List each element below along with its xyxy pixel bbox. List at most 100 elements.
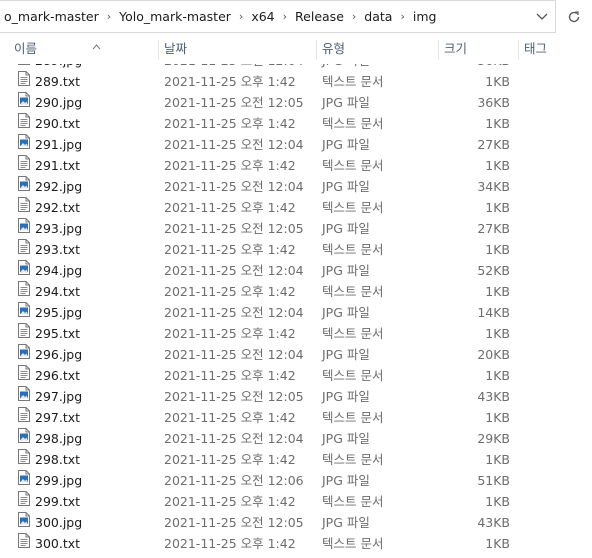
image-file-icon bbox=[18, 386, 30, 401]
chevron-right-icon[interactable]: › bbox=[348, 10, 360, 23]
file-name: 294.txt bbox=[35, 284, 81, 299]
file-date: 2021-11-25 오후 1:42 bbox=[164, 116, 296, 131]
file-size: 1KB bbox=[485, 74, 510, 89]
file-row[interactable]: 299.jpg 2021-11-25 오전 12:06 JPG 파일 51KB bbox=[0, 470, 592, 491]
file-row[interactable]: 291.txt 2021-11-25 오후 1:42 텍스트 문서 1KB bbox=[0, 155, 592, 176]
file-list: 289.jpg2021-11-25 오전 12:04JPG 파일36KB289.… bbox=[0, 64, 592, 558]
column-divider[interactable] bbox=[438, 40, 439, 60]
file-row[interactable]: 299.txt 2021-11-25 오후 1:42 텍스트 문서 1KB bbox=[0, 491, 592, 512]
file-row[interactable]: 295.txt 2021-11-25 오후 1:42 텍스트 문서 1KB bbox=[0, 323, 592, 344]
breadcrumb-item[interactable]: x64 bbox=[247, 9, 278, 24]
refresh-icon[interactable] bbox=[562, 5, 586, 29]
file-row[interactable]: 298.txt 2021-11-25 오후 1:42 텍스트 문서 1KB bbox=[0, 449, 592, 470]
file-size: 20KB bbox=[477, 347, 510, 362]
text-file-icon bbox=[18, 155, 30, 170]
file-date: 2021-11-25 오전 12:04 bbox=[164, 263, 304, 278]
image-file-icon bbox=[18, 64, 30, 65]
file-date: 2021-11-25 오후 1:42 bbox=[164, 368, 296, 383]
file-type: JPG 파일 bbox=[322, 64, 370, 71]
file-type: JPG 파일 bbox=[322, 95, 370, 110]
breadcrumb-item[interactable]: img bbox=[409, 9, 441, 24]
text-file-icon bbox=[18, 281, 30, 296]
file-date: 2021-11-25 오후 1:42 bbox=[164, 494, 296, 509]
file-row[interactable]: 293.jpg 2021-11-25 오전 12:05 JPG 파일 27KB bbox=[0, 218, 592, 239]
file-type: 텍스트 문서 bbox=[322, 74, 384, 89]
text-file-icon bbox=[18, 449, 30, 464]
column-header-type[interactable]: 유형 bbox=[322, 36, 432, 62]
chevron-right-icon[interactable]: › bbox=[396, 10, 408, 23]
image-file-icon bbox=[18, 176, 30, 191]
file-date: 2021-11-25 오후 1:42 bbox=[164, 158, 296, 173]
file-size: 1KB bbox=[485, 158, 510, 173]
file-size: 29KB bbox=[477, 431, 510, 446]
file-name: 295.txt bbox=[35, 326, 81, 341]
chevron-down-icon[interactable] bbox=[532, 9, 552, 25]
file-type: 텍스트 문서 bbox=[322, 326, 384, 341]
breadcrumb-item[interactable]: Yolo_mark-master bbox=[115, 9, 235, 24]
file-row[interactable]: 290.txt 2021-11-25 오후 1:42 텍스트 문서 1KB bbox=[0, 113, 592, 134]
file-size: 1KB bbox=[485, 494, 510, 509]
file-row[interactable]: 296.txt 2021-11-25 오후 1:42 텍스트 문서 1KB bbox=[0, 365, 592, 386]
file-row[interactable]: 300.txt 2021-11-25 오후 1:42 텍스트 문서 1KB bbox=[0, 533, 592, 554]
column-header-name[interactable]: 이름 bbox=[14, 36, 154, 62]
file-size: 1KB bbox=[485, 410, 510, 425]
chevron-right-icon[interactable]: › bbox=[103, 10, 115, 23]
file-row[interactable]: 292.txt 2021-11-25 오후 1:42 텍스트 문서 1KB bbox=[0, 197, 592, 218]
file-type: 텍스트 문서 bbox=[322, 452, 384, 467]
breadcrumb-item[interactable]: o_mark-master bbox=[0, 9, 103, 24]
breadcrumb-item[interactable]: Release bbox=[291, 9, 348, 24]
file-type: 텍스트 문서 bbox=[322, 158, 384, 173]
file-type: 텍스트 문서 bbox=[322, 284, 384, 299]
file-size: 1KB bbox=[485, 116, 510, 131]
file-row[interactable]: 296.jpg 2021-11-25 오전 12:04 JPG 파일 20KB bbox=[0, 344, 592, 365]
file-row[interactable]: 300.jpg 2021-11-25 오전 12:05 JPG 파일 43KB bbox=[0, 512, 592, 533]
file-date: 2021-11-25 오전 12:04 bbox=[164, 431, 304, 446]
file-row[interactable]: 291.jpg 2021-11-25 오전 12:04 JPG 파일 27KB bbox=[0, 134, 592, 155]
breadcrumb: o_mark-master › Yolo_mark-master › x64 ›… bbox=[0, 9, 440, 24]
file-row[interactable]: 297.jpg 2021-11-25 오전 12:05 JPG 파일 43KB bbox=[0, 386, 592, 407]
file-date: 2021-11-25 오전 12:05 bbox=[164, 221, 304, 236]
sort-ascending-icon bbox=[92, 35, 101, 61]
file-row[interactable]: 298.jpg 2021-11-25 오전 12:04 JPG 파일 29KB bbox=[0, 428, 592, 449]
column-divider[interactable] bbox=[518, 40, 519, 60]
file-date: 2021-11-25 오후 1:42 bbox=[164, 452, 296, 467]
file-row[interactable]: 292.jpg 2021-11-25 오전 12:04 JPG 파일 34KB bbox=[0, 176, 592, 197]
file-size: 27KB bbox=[477, 221, 510, 236]
file-row[interactable]: 289.jpg 2021-11-25 오전 12:04 JPG 파일 36KB bbox=[0, 64, 592, 71]
image-file-icon bbox=[18, 428, 30, 443]
breadcrumb-item[interactable]: data bbox=[360, 9, 396, 24]
chevron-right-icon[interactable]: › bbox=[279, 10, 291, 23]
file-type: JPG 파일 bbox=[322, 179, 370, 194]
image-file-icon bbox=[18, 344, 30, 359]
chevron-right-icon[interactable]: › bbox=[235, 10, 247, 23]
column-header-tag[interactable]: 태그 bbox=[524, 36, 584, 62]
file-row[interactable]: 297.txt 2021-11-25 오후 1:42 텍스트 문서 1KB bbox=[0, 407, 592, 428]
image-file-icon bbox=[18, 470, 30, 485]
column-header-date[interactable]: 날짜 bbox=[164, 36, 314, 62]
column-divider[interactable] bbox=[158, 40, 159, 60]
file-row[interactable]: 293.txt 2021-11-25 오후 1:42 텍스트 문서 1KB bbox=[0, 239, 592, 260]
address-bar[interactable]: o_mark-master › Yolo_mark-master › x64 ›… bbox=[0, 0, 556, 33]
text-file-icon bbox=[18, 113, 30, 128]
column-header-row: 이름 날짜 유형 크기 태그 bbox=[0, 36, 592, 62]
column-divider[interactable] bbox=[316, 40, 317, 60]
file-date: 2021-11-25 오전 12:04 bbox=[164, 305, 304, 320]
file-date: 2021-11-25 오후 1:42 bbox=[164, 284, 296, 299]
file-name: 290.txt bbox=[35, 116, 81, 131]
file-name: 291.jpg bbox=[35, 137, 83, 152]
file-type: JPG 파일 bbox=[322, 389, 370, 404]
file-name: 297.jpg bbox=[35, 389, 83, 404]
file-row[interactable]: 290.jpg 2021-11-25 오전 12:05 JPG 파일 36KB bbox=[0, 92, 592, 113]
file-row[interactable]: 295.jpg 2021-11-25 오전 12:04 JPG 파일 14KB bbox=[0, 302, 592, 323]
file-row[interactable]: 294.jpg 2021-11-25 오전 12:04 JPG 파일 52KB bbox=[0, 260, 592, 281]
image-file-icon bbox=[18, 302, 30, 317]
file-date: 2021-11-25 오전 12:05 bbox=[164, 95, 304, 110]
file-row[interactable]: 289.txt 2021-11-25 오후 1:42 텍스트 문서 1KB bbox=[0, 71, 592, 92]
file-size: 43KB bbox=[477, 389, 510, 404]
file-name: 289.jpg bbox=[35, 64, 82, 71]
column-header-size[interactable]: 크기 bbox=[444, 36, 514, 62]
file-row[interactable]: 294.txt 2021-11-25 오후 1:42 텍스트 문서 1KB bbox=[0, 281, 592, 302]
file-type: JPG 파일 bbox=[322, 347, 370, 362]
file-date: 2021-11-25 오전 12:04 bbox=[164, 64, 304, 71]
file-size: 1KB bbox=[485, 326, 510, 341]
